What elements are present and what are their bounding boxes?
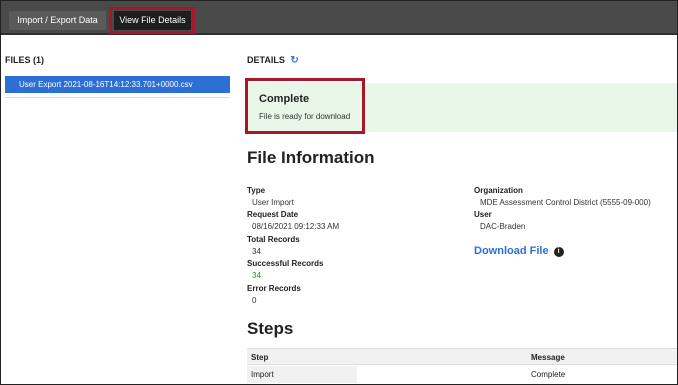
file-information-title: File Information (247, 148, 375, 167)
request-date-value: 08/16/2021 09:12:33 AM (252, 222, 340, 231)
files-header: FILES (1) (5, 55, 45, 65)
status-title: Complete (259, 93, 310, 105)
request-date-label: Request Date (247, 210, 299, 219)
column-header-message: Message (531, 353, 565, 362)
organization-label: Organization (474, 186, 523, 195)
table-row: Import Complete (247, 366, 677, 383)
tab-view-file-details[interactable]: View File Details (114, 11, 191, 30)
download-file-link[interactable]: Download File i (474, 245, 564, 257)
file-list-item[interactable]: User Export 2021-08-16T14:12:33.701+0000… (5, 76, 230, 93)
steps-title: Steps (247, 319, 294, 338)
status-message: File is ready for download (259, 112, 351, 121)
total-records-value: 34 (252, 247, 261, 256)
user-value: DAC-Braden (480, 222, 526, 231)
error-records-value: 0 (252, 296, 257, 305)
highlight-box-status (245, 78, 365, 134)
top-tab-bar: Import / Export Data View File Details (1, 1, 677, 35)
type-label: Type (247, 186, 266, 195)
app-window: Import / Export Data View File Details F… (0, 0, 678, 385)
details-header-label: DETAILS (247, 55, 285, 65)
successful-records-value: 34 (252, 271, 261, 280)
type-value: User Import (252, 198, 294, 207)
message-cell: Complete (531, 370, 566, 379)
tab-import-export-data[interactable]: Import / Export Data (9, 11, 106, 30)
total-records-label: Total Records (247, 235, 300, 244)
step-cell: Import (251, 370, 274, 379)
refresh-icon[interactable]: ↻ (290, 55, 298, 66)
successful-records-label: Successful Records (247, 259, 324, 268)
info-icon[interactable]: i (553, 247, 564, 257)
user-label: User (474, 210, 492, 219)
details-header: DETAILS ↻ (247, 55, 299, 66)
download-file-label[interactable]: Download File (474, 245, 549, 257)
column-header-step: Step (251, 353, 269, 362)
organization-value: MDE Assessment Control District (5555-09… (480, 198, 651, 207)
files-divider (5, 97, 230, 98)
steps-table-header: Step Message (247, 348, 677, 365)
error-records-label: Error Records (247, 284, 301, 293)
